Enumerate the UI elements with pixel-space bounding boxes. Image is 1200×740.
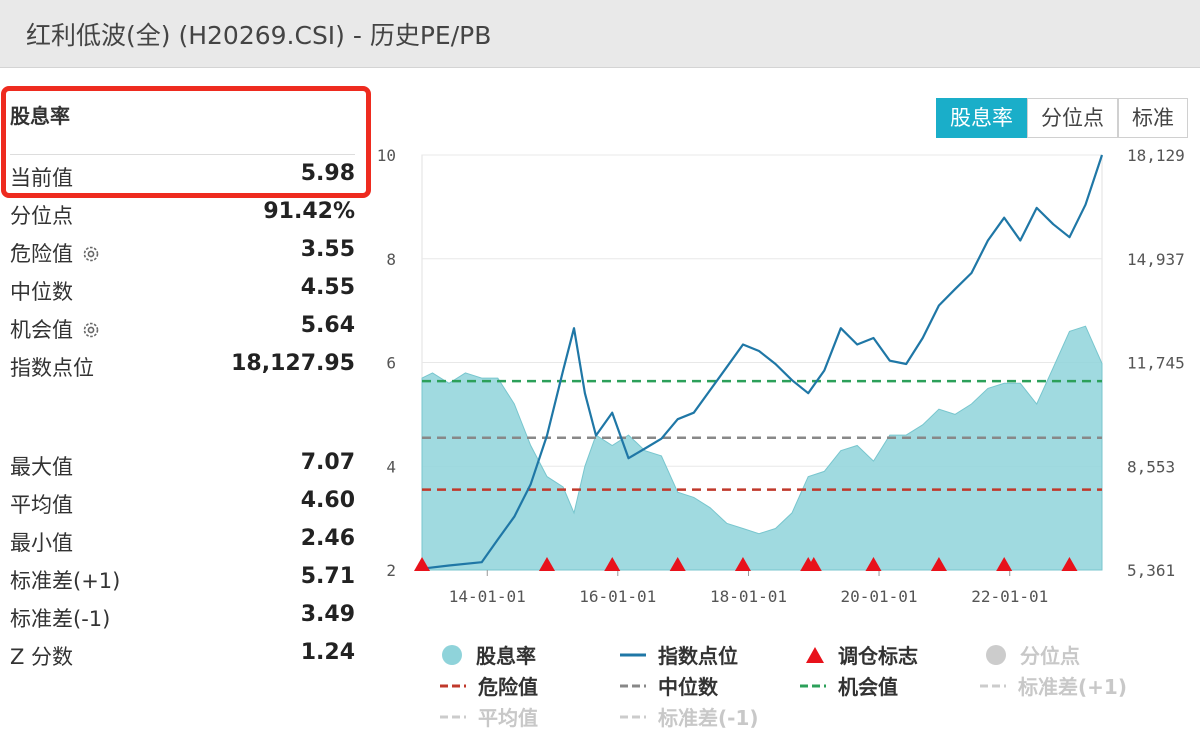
stat-row: 分位点 91.42% [10,196,355,230]
stat-value: 1.24 [300,640,355,665]
tab-bar: 股息率 分位点 标准 [936,98,1188,138]
y-tick-label-left: 10 [377,146,396,165]
y-tick-label-right: 14,937 [1127,250,1185,269]
legend-label: 机会值 [838,675,898,699]
stat-row: 中位数 4.55 [10,272,355,306]
stat-value: 5.71 [300,564,355,589]
legend-label: 分位点 [1020,644,1080,668]
legend-label: 平均值 [478,706,538,730]
legend-item[interactable]: 分位点 [984,640,1080,672]
stat-row: 最大值 7.07 [10,447,355,481]
legend-label: 调仓标志 [838,644,918,668]
y-tick-label-right: 8,553 [1127,457,1175,476]
legend-marker [440,674,466,703]
y-tick-label-left: 4 [386,457,396,476]
gear-icon[interactable] [81,244,101,264]
stat-label: 分位点 [10,204,73,228]
stat-row: 标准差(+1) 5.71 [10,561,355,595]
stat-label: 标准差(-1) [10,607,111,631]
legend-label: 指数点位 [658,644,738,668]
stat-label: 最小值 [10,531,73,555]
tab-percentile[interactable]: 分位点 [1027,98,1118,138]
legend-label: 标准差(+1) [1018,675,1127,699]
legend-label: 标准差(-1) [658,706,759,730]
title-bar: 红利低波(全) (H20269.CSI) - 历史PE/PB [0,0,1200,68]
legend-item[interactable]: 股息率 [440,640,536,672]
stat-value: 18,127.95 [231,351,355,376]
legend-marker [800,674,826,703]
y-tick-label-left: 8 [386,250,396,269]
legend-item[interactable]: 标准差(+1) [980,671,1127,703]
legend-marker [804,644,826,671]
legend-marker [620,705,646,734]
tab-dividend-yield[interactable]: 股息率 [936,98,1027,138]
stat-value: 4.55 [300,275,355,300]
legend-marker [440,705,466,734]
legend-marker [620,643,646,672]
stat-value: 4.60 [300,488,355,513]
stat-value: 7.07 [300,450,355,475]
stat-value: 3.49 [300,602,355,627]
stat-value: 2.46 [300,526,355,551]
legend-marker [984,643,1008,672]
y-tick-label-left: 6 [386,354,396,373]
page-title: 红利低波(全) (H20269.CSI) - 历史PE/PB [26,21,492,50]
stat-row: 最小值 2.46 [10,523,355,557]
legend-marker [440,643,464,672]
stat-label: Z 分数 [10,645,74,669]
y-tick-label-right: 11,745 [1127,354,1185,373]
gear-icon[interactable] [81,320,101,340]
stat-label: 中位数 [10,280,73,304]
dividend-yield-chart: 2 4 6 8 10 5,361 8,553 11,745 14,937 18,129 14-01-… [377,146,1185,606]
legend-marker [620,674,646,703]
stat-value: 3.55 [300,237,355,262]
stat-label: 平均值 [10,493,73,517]
x-tick-label: 14-01-01 [449,587,526,606]
stat-row: 指数点位 18,127.95 [10,348,355,382]
stat-row: 平均值 4.60 [10,485,355,519]
stat-value: 91.42% [263,199,355,224]
x-tick-label: 18-01-01 [710,587,787,606]
stat-label: 最大值 [10,455,73,479]
legend-item[interactable]: 危险值 [440,671,538,703]
stat-label: 机会值 [10,314,101,344]
legend-item[interactable]: 标准差(-1) [620,702,759,734]
legend-label: 股息率 [476,644,536,668]
stat-label: 标准差(+1) [10,569,121,593]
x-tick-label: 20-01-01 [840,587,917,606]
legend-label: 危险值 [478,675,538,699]
tab-std[interactable]: 标准 [1118,98,1188,138]
legend-label: 中位数 [658,675,718,699]
stat-row: 机会值 5.64 [10,310,355,344]
stat-row: 危险值 3.55 [10,234,355,268]
highlight-box [1,86,371,198]
stat-row: Z 分数 1.24 [10,637,355,671]
legend-item[interactable]: 机会值 [800,671,898,703]
y-tick-label-right: 5,361 [1127,561,1175,580]
y-tick-label-right: 18,129 [1127,146,1185,165]
stat-label: 危险值 [10,238,101,268]
y-tick-label-left: 2 [386,561,396,580]
stat-label: 指数点位 [10,356,94,380]
legend-item[interactable]: 平均值 [440,702,538,734]
x-tick-label: 16-01-01 [579,587,656,606]
legend-item[interactable]: 中位数 [620,671,718,703]
legend-item[interactable]: 指数点位 [620,640,738,672]
legend-marker [980,674,1006,703]
legend-item[interactable]: 调仓标志 [804,640,918,671]
x-tick-label: 22-01-01 [971,587,1048,606]
stat-value: 5.64 [300,313,355,338]
stat-row: 标准差(-1) 3.49 [10,599,355,633]
